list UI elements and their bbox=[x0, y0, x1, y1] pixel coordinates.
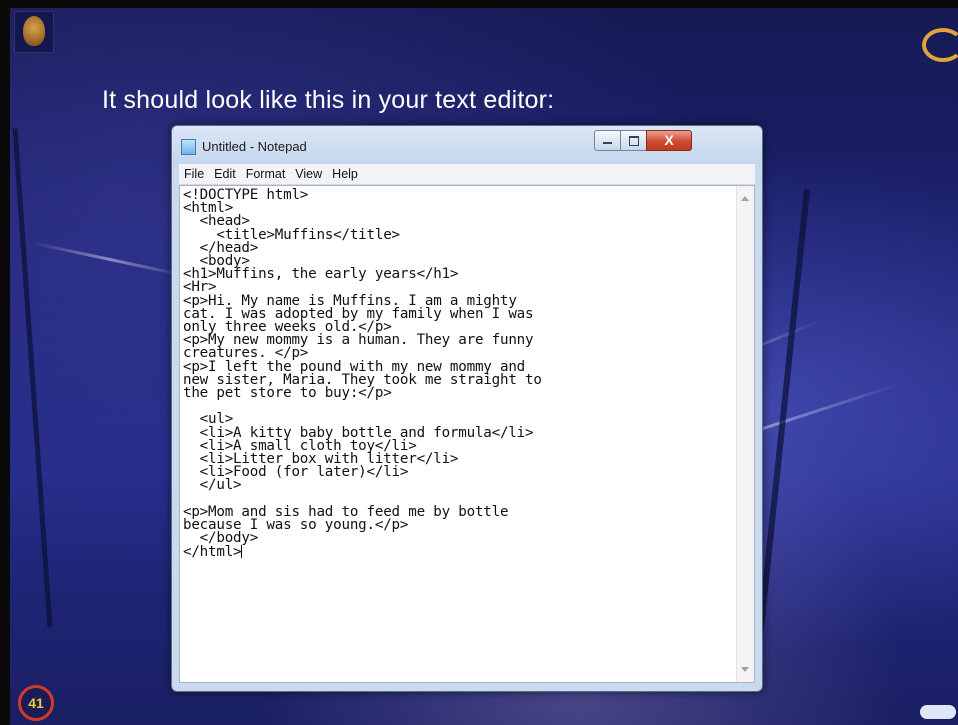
scroll-up-icon[interactable] bbox=[741, 196, 749, 201]
title-bar[interactable]: Untitled - Notepad X bbox=[172, 126, 762, 164]
window-title: Untitled - Notepad bbox=[202, 139, 307, 154]
menu-bar: File Edit Format View Help bbox=[179, 164, 755, 185]
text-caret bbox=[241, 545, 243, 559]
vertical-scrollbar[interactable] bbox=[736, 186, 754, 682]
menu-view[interactable]: View bbox=[290, 164, 327, 184]
palm-silhouette bbox=[12, 128, 53, 628]
nav-logo-icon[interactable]: 41 bbox=[18, 685, 54, 721]
publisher-badge-icon bbox=[920, 705, 956, 719]
scroll-down-icon[interactable] bbox=[741, 667, 749, 672]
editor-line: the pet store to buy:</p> bbox=[183, 385, 392, 402]
close-button[interactable]: X bbox=[646, 130, 692, 151]
menu-file[interactable]: File bbox=[179, 164, 209, 184]
menu-help[interactable]: Help bbox=[327, 164, 363, 184]
editor-line: <h1>Muffins, the early years</h1> bbox=[183, 266, 459, 283]
editor-line: </ul> bbox=[183, 477, 242, 494]
mascot-face-icon bbox=[14, 11, 54, 53]
menu-format[interactable]: Format bbox=[241, 164, 291, 184]
crescent-logo-icon bbox=[922, 28, 958, 62]
minimize-button[interactable] bbox=[594, 130, 622, 151]
notepad-icon bbox=[181, 139, 196, 155]
notepad-window: Untitled - Notepad X File Edit Format Vi… bbox=[171, 125, 763, 692]
text-editor-area[interactable]: <!DOCTYPE html> <html> <head> <title>Muf… bbox=[179, 185, 755, 683]
maximize-button[interactable] bbox=[620, 130, 648, 151]
menu-edit[interactable]: Edit bbox=[209, 164, 241, 184]
slide-heading: It should look like this in your text ed… bbox=[102, 86, 555, 114]
palm-silhouette bbox=[755, 188, 811, 648]
editor-line: </html> bbox=[183, 544, 242, 561]
close-icon: X bbox=[664, 132, 674, 148]
editor-text[interactable]: <!DOCTYPE html> <html> <head> <title>Muf… bbox=[183, 188, 542, 561]
light-streak bbox=[31, 241, 189, 278]
